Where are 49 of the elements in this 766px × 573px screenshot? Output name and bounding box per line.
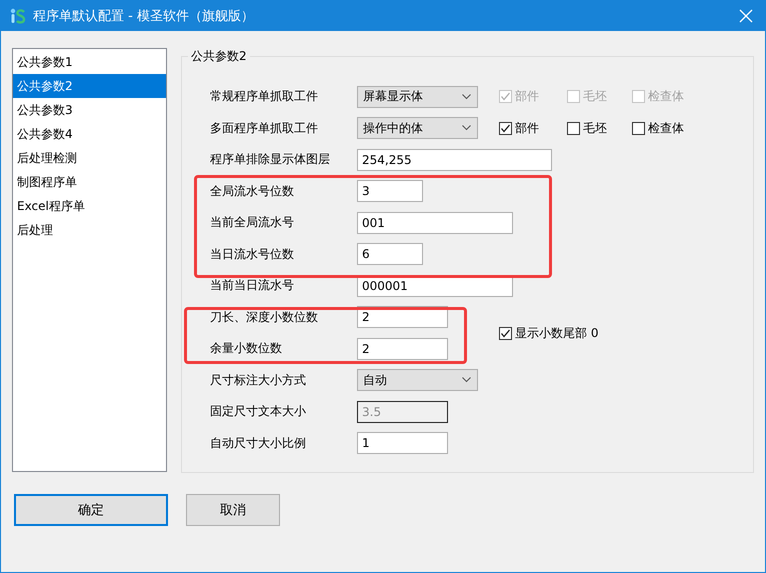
field-label: 多面程序单抓取工件 bbox=[210, 120, 319, 137]
field-label: 固定尺寸文本大小 bbox=[210, 403, 307, 420]
checkbox[interactable] bbox=[567, 122, 580, 135]
field-label: 当前当日流水号 bbox=[210, 277, 295, 294]
checkbox-label: 检查体 bbox=[648, 120, 684, 137]
field-label: 自动尺寸大小比例 bbox=[210, 434, 307, 452]
ok-button[interactable]: 确定 bbox=[14, 494, 168, 526]
input-field[interactable]: 6 bbox=[357, 243, 423, 266]
dropdown[interactable]: 屏幕显示体 bbox=[357, 86, 478, 108]
chevron-down-icon bbox=[462, 94, 471, 100]
input-field[interactable]: 3 bbox=[357, 180, 423, 202]
checkbox-label: 毛坯 bbox=[583, 120, 607, 137]
field-label: 常规程序单抓取工件 bbox=[210, 88, 319, 106]
input-field[interactable]: 254,255 bbox=[357, 148, 552, 171]
checkbox-label: 检查体 bbox=[648, 88, 684, 106]
checkbox[interactable] bbox=[499, 122, 512, 135]
field-label: 当前全局流水号 bbox=[210, 214, 295, 232]
chevron-down-icon bbox=[462, 125, 471, 132]
field-label: 刀长、深度小数位数 bbox=[210, 308, 319, 326]
list-item[interactable]: 制图程序单 bbox=[13, 170, 166, 194]
list-item[interactable]: 公共参数1 bbox=[13, 50, 166, 74]
list-item[interactable]: Excel程序单 bbox=[13, 194, 166, 218]
input-field[interactable]: 001 bbox=[357, 212, 513, 234]
checkbox-label: 毛坯 bbox=[583, 88, 607, 106]
chevron-down-icon bbox=[462, 377, 471, 384]
cancel-button[interactable]: 取消 bbox=[186, 494, 280, 526]
field-label: 尺寸标注大小方式 bbox=[210, 372, 307, 389]
checkbox[interactable] bbox=[499, 326, 512, 340]
dropdown[interactable]: 操作中的体 bbox=[357, 117, 478, 140]
checkbox[interactable] bbox=[632, 122, 645, 135]
field-label: 全局流水号位数 bbox=[210, 182, 295, 200]
input-field[interactable]: 2 bbox=[357, 338, 448, 360]
input-field[interactable]: 1 bbox=[357, 432, 448, 454]
field-label: 当日流水号位数 bbox=[210, 246, 295, 263]
field-label: 程序单排除显示体图层 bbox=[210, 151, 331, 168]
group-title: 公共参数2 bbox=[188, 48, 250, 65]
window-title: 程序单默认配置 - 模圣软件（旗舰版） bbox=[33, 8, 255, 25]
list-item[interactable]: 后处理检测 bbox=[13, 146, 166, 170]
checkbox-label: 显示小数尾部 0 bbox=[515, 324, 598, 342]
checkbox-label: 部件 bbox=[515, 120, 539, 137]
app-logo-icon bbox=[9, 7, 27, 25]
close-icon[interactable] bbox=[739, 9, 753, 23]
checkbox-label: 部件 bbox=[515, 88, 539, 106]
dropdown[interactable]: 自动 bbox=[357, 369, 478, 392]
list-item[interactable]: 公共参数3 bbox=[13, 98, 166, 122]
field-label: 余量小数位数 bbox=[210, 340, 283, 358]
list-item[interactable]: 公共参数4 bbox=[13, 122, 166, 146]
list-item[interactable]: 后处理 bbox=[13, 218, 166, 242]
list-item[interactable]: 公共参数2 bbox=[13, 74, 166, 98]
